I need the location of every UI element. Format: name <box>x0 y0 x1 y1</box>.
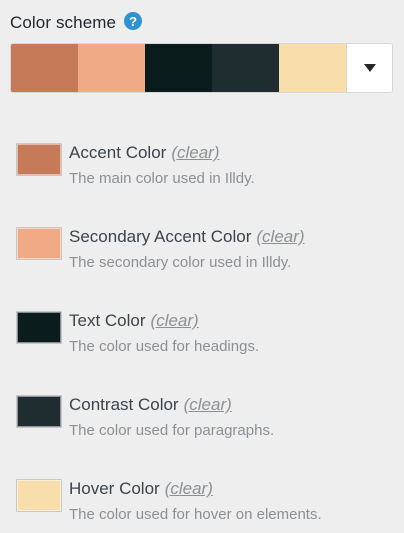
scheme-swatch-3 <box>145 44 212 92</box>
text-color-clear-link[interactable]: (clear) <box>151 311 199 330</box>
chevron-down-icon <box>363 64 376 72</box>
scheme-dropdown-button[interactable] <box>346 44 392 92</box>
scheme-swatch-1 <box>11 44 78 92</box>
color-item-hover: Hover Color (clear) The color used for ho… <box>16 479 396 533</box>
text-color-description: The color used for headings. <box>69 338 260 355</box>
secondary-accent-color-swatch[interactable] <box>16 227 62 260</box>
accent-color-description: The main color used in Illdy. <box>69 170 255 187</box>
contrast-color-swatch[interactable] <box>16 395 62 428</box>
hover-color-label: Hover Color <box>69 479 160 498</box>
contrast-color-description: The color used for paragraphs. <box>69 422 275 439</box>
help-icon[interactable]: ? <box>124 12 143 30</box>
accent-color-swatch[interactable] <box>16 143 62 176</box>
secondary-accent-color-description: The secondary color used in Illdy. <box>69 254 292 271</box>
contrast-color-label: Contrast Color <box>69 395 179 414</box>
scheme-swatch-4 <box>212 44 279 92</box>
secondary-accent-color-clear-link[interactable]: (clear) <box>256 227 304 246</box>
text-color-label: Text Color <box>69 311 146 330</box>
accent-color-label: Accent Color <box>69 143 167 162</box>
scheme-swatch-2 <box>78 44 145 92</box>
color-item-accent: Accent Color (clear) The main color used … <box>16 143 396 199</box>
color-item-secondary-accent: Secondary Accent Color (clear) The second… <box>16 227 396 283</box>
contrast-color-clear-link[interactable]: (clear) <box>184 395 232 414</box>
color-item-text: Text Color (clear) The color used for hea… <box>16 311 396 367</box>
hover-color-description: The color used for hover on elements. <box>69 506 322 523</box>
color-item-contrast: Contrast Color (clear) The color used for… <box>16 395 396 451</box>
color-scheme-header: Color scheme ? <box>10 11 143 35</box>
secondary-accent-color-label: Secondary Accent Color <box>69 227 252 246</box>
hover-color-swatch[interactable] <box>16 479 62 512</box>
color-scheme-title: Color scheme <box>10 13 117 32</box>
color-scheme-select[interactable] <box>10 43 393 93</box>
hover-color-clear-link[interactable]: (clear) <box>165 479 213 498</box>
scheme-swatch-5 <box>279 44 346 92</box>
text-color-swatch[interactable] <box>16 311 62 344</box>
color-scheme-panel: Color scheme ? Accent Color (clear) The m… <box>0 0 404 533</box>
accent-color-clear-link[interactable]: (clear) <box>171 143 219 162</box>
